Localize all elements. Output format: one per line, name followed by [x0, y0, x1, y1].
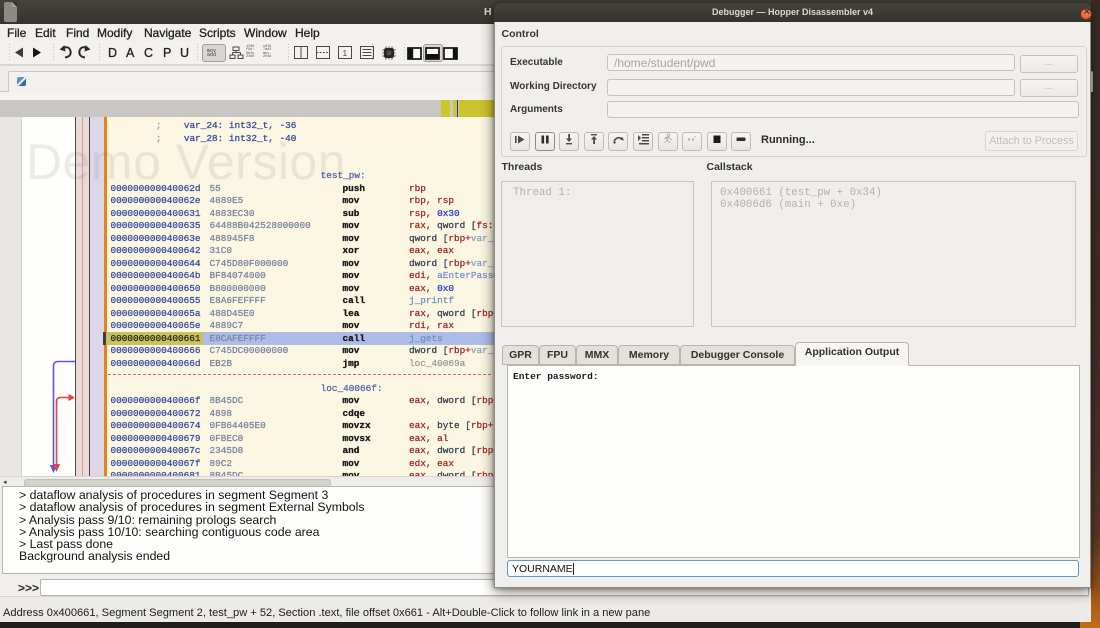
svg-text:1: 1 [343, 48, 348, 58]
